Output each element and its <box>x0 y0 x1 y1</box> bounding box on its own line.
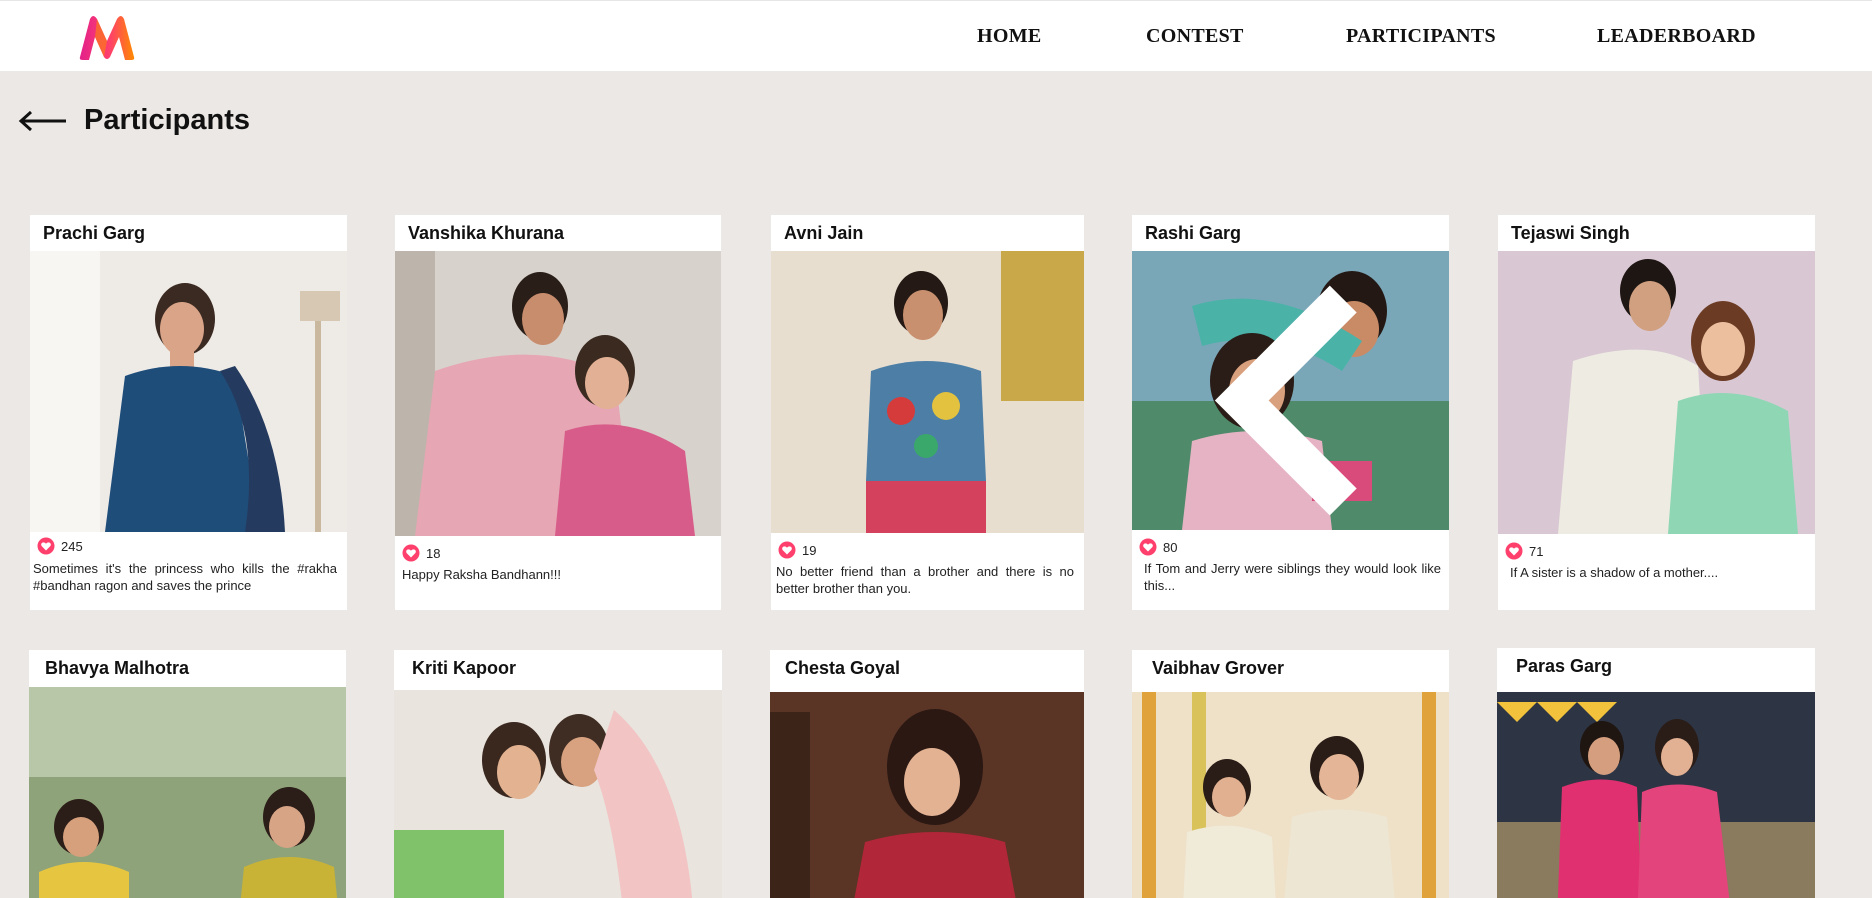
participant-caption: Happy Raksha Bandhann!!! <box>402 567 561 582</box>
nav-contest[interactable]: CONTEST <box>1146 25 1244 48</box>
participant-caption: No better friend than a brother and ther… <box>776 564 1074 596</box>
like-count: 245 <box>61 538 83 554</box>
participant-photo[interactable] <box>771 251 1084 533</box>
chevron-left-icon[interactable] <box>1134 261 1449 530</box>
participant-name: Vanshika Khurana <box>408 223 565 243</box>
heart-icon[interactable] <box>1505 542 1523 560</box>
like-row: 80 <box>1139 538 1177 556</box>
arrow-left-icon[interactable] <box>18 108 68 134</box>
top-navbar: HOME CONTEST PARTICIPANTS LEADERBOARD <box>0 0 1872 71</box>
participant-card[interactable]: Vanshika Khurana 18 Happy Raksha Bandhan… <box>395 215 721 610</box>
participant-card[interactable]: Avni Jain 19 No better friend than a bro… <box>771 215 1084 610</box>
participant-photo[interactable] <box>395 251 721 536</box>
nav-home[interactable]: HOME <box>977 25 1042 48</box>
like-row: 19 <box>778 541 816 559</box>
participant-photo[interactable] <box>770 692 1084 898</box>
like-count: 18 <box>426 545 441 561</box>
participant-photo[interactable] <box>30 251 347 532</box>
like-row: 245 <box>37 537 83 555</box>
like-count: 80 <box>1163 539 1178 555</box>
like-count: 71 <box>1529 543 1544 559</box>
participant-photo[interactable] <box>1497 692 1815 898</box>
participant-name: Prachi Garg <box>43 223 146 243</box>
heart-icon[interactable] <box>37 537 55 555</box>
participant-name: Bhavya Malhotra <box>45 658 190 678</box>
participant-name: Rashi Garg <box>1145 223 1242 243</box>
participant-photo[interactable] <box>1132 251 1449 530</box>
heart-icon[interactable] <box>402 544 420 562</box>
like-row: 71 <box>1505 542 1543 560</box>
nav-participants[interactable]: PARTICIPANTS <box>1346 25 1496 48</box>
page-title: Participants <box>84 104 250 136</box>
participant-card[interactable]: Vaibhav Grover <box>1132 650 1449 898</box>
participant-name: Chesta Goyal <box>785 658 901 678</box>
participant-name: Kriti Kapoor <box>412 658 517 678</box>
heart-icon[interactable] <box>1139 538 1157 556</box>
nav-leaderboard[interactable]: LEADERBOARD <box>1597 25 1756 48</box>
heart-icon[interactable] <box>778 541 796 559</box>
participant-card[interactable]: Rashi Garg 80 If Tom and Jerry were sibl… <box>1132 215 1449 610</box>
participant-name: Tejaswi Singh <box>1511 223 1630 243</box>
participant-caption: Sometimes it's the princess who kills th… <box>33 561 337 593</box>
participant-caption: If Tom and Jerry were siblings they woul… <box>1144 561 1441 593</box>
like-count: 19 <box>802 542 817 558</box>
participant-photo[interactable] <box>1498 251 1815 534</box>
participant-card[interactable]: Prachi Garg 245 Sometimes it's the princ… <box>30 215 347 610</box>
participant-card[interactable]: Chesta Goyal <box>770 650 1084 898</box>
participant-name: Avni Jain <box>784 223 864 243</box>
like-row: 18 <box>402 544 440 562</box>
participant-photo[interactable] <box>1132 692 1449 898</box>
participant-photo[interactable] <box>29 687 346 898</box>
participant-card[interactable]: Tejaswi Singh 71 If A sister is a shadow… <box>1498 215 1815 610</box>
participant-name: Vaibhav Grover <box>1152 658 1285 678</box>
participant-name: Paras Garg <box>1516 656 1613 676</box>
participant-card[interactable]: Kriti Kapoor <box>394 650 722 898</box>
participant-caption: If A sister is a shadow of a mother.... <box>1510 565 1719 580</box>
participant-card[interactable]: Paras Garg <box>1497 648 1815 898</box>
participant-photo[interactable] <box>394 690 722 898</box>
participant-card[interactable]: Bhavya Malhotra <box>29 650 346 898</box>
myntra-logo[interactable] <box>76 13 138 61</box>
